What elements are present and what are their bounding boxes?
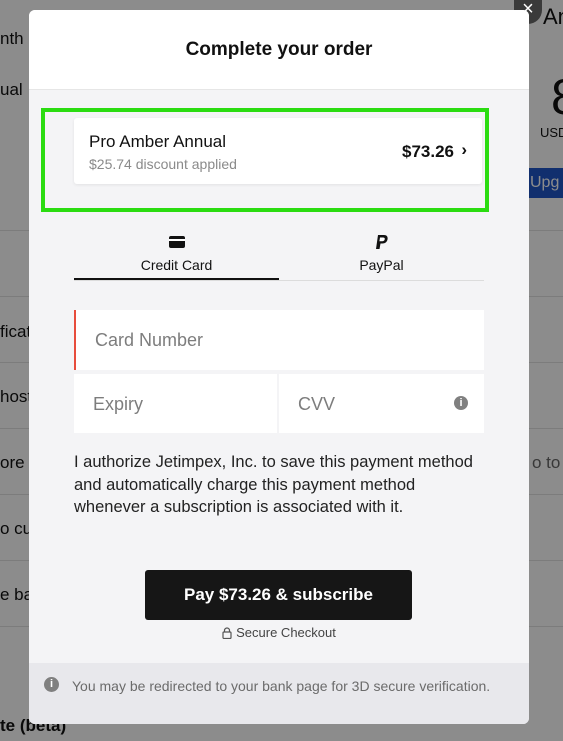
footer-notice: i You may be redirected to your bank pag…: [29, 663, 529, 724]
paypal-icon: [376, 234, 388, 249]
authorization-text: I authorize Jetimpex, Inc. to save this …: [74, 453, 473, 516]
info-icon[interactable]: i: [454, 396, 468, 410]
expiry-placeholder: Expiry: [93, 394, 144, 414]
plan-price: $73.26: [402, 142, 454, 161]
chevron-right-icon: ›: [461, 140, 467, 159]
credit-card-icon: [168, 236, 185, 248]
expiry-field[interactable]: Expiry: [74, 374, 277, 433]
tab-label: Credit Card: [140, 257, 213, 273]
cvv-field[interactable]: CVV i: [279, 374, 484, 433]
payment-method-tabs: Credit Card PayPal: [74, 230, 484, 281]
modal-title: Complete your order: [185, 38, 373, 60]
footer-note: You may be redirected to your bank page …: [72, 678, 491, 694]
tab-label: PayPal: [359, 257, 404, 273]
plan-discount: $25.74 discount applied: [89, 156, 237, 172]
secure-checkout-label: Secure Checkout: [236, 625, 336, 640]
info-icon: i: [44, 677, 59, 692]
pay-subscribe-button[interactable]: Pay $73.26 & subscribe: [145, 570, 412, 620]
plan-summary-card[interactable]: Pro Amber Annual $25.74 discount applied…: [74, 118, 482, 184]
card-number-field[interactable]: Card Number: [74, 310, 484, 370]
cvv-placeholder: CVV: [298, 394, 336, 414]
plan-name: Pro Amber Annual: [89, 132, 227, 151]
checkout-modal: Complete your order Pro Amber Annual $25…: [29, 10, 529, 724]
tab-paypal[interactable]: PayPal: [279, 230, 484, 278]
card-number-placeholder: Card Number: [95, 330, 204, 350]
tab-credit-card[interactable]: Credit Card: [74, 230, 279, 280]
lock-icon: [222, 627, 232, 639]
secure-checkout: Secure Checkout: [29, 625, 529, 640]
modal-header: Complete your order: [29, 10, 529, 90]
